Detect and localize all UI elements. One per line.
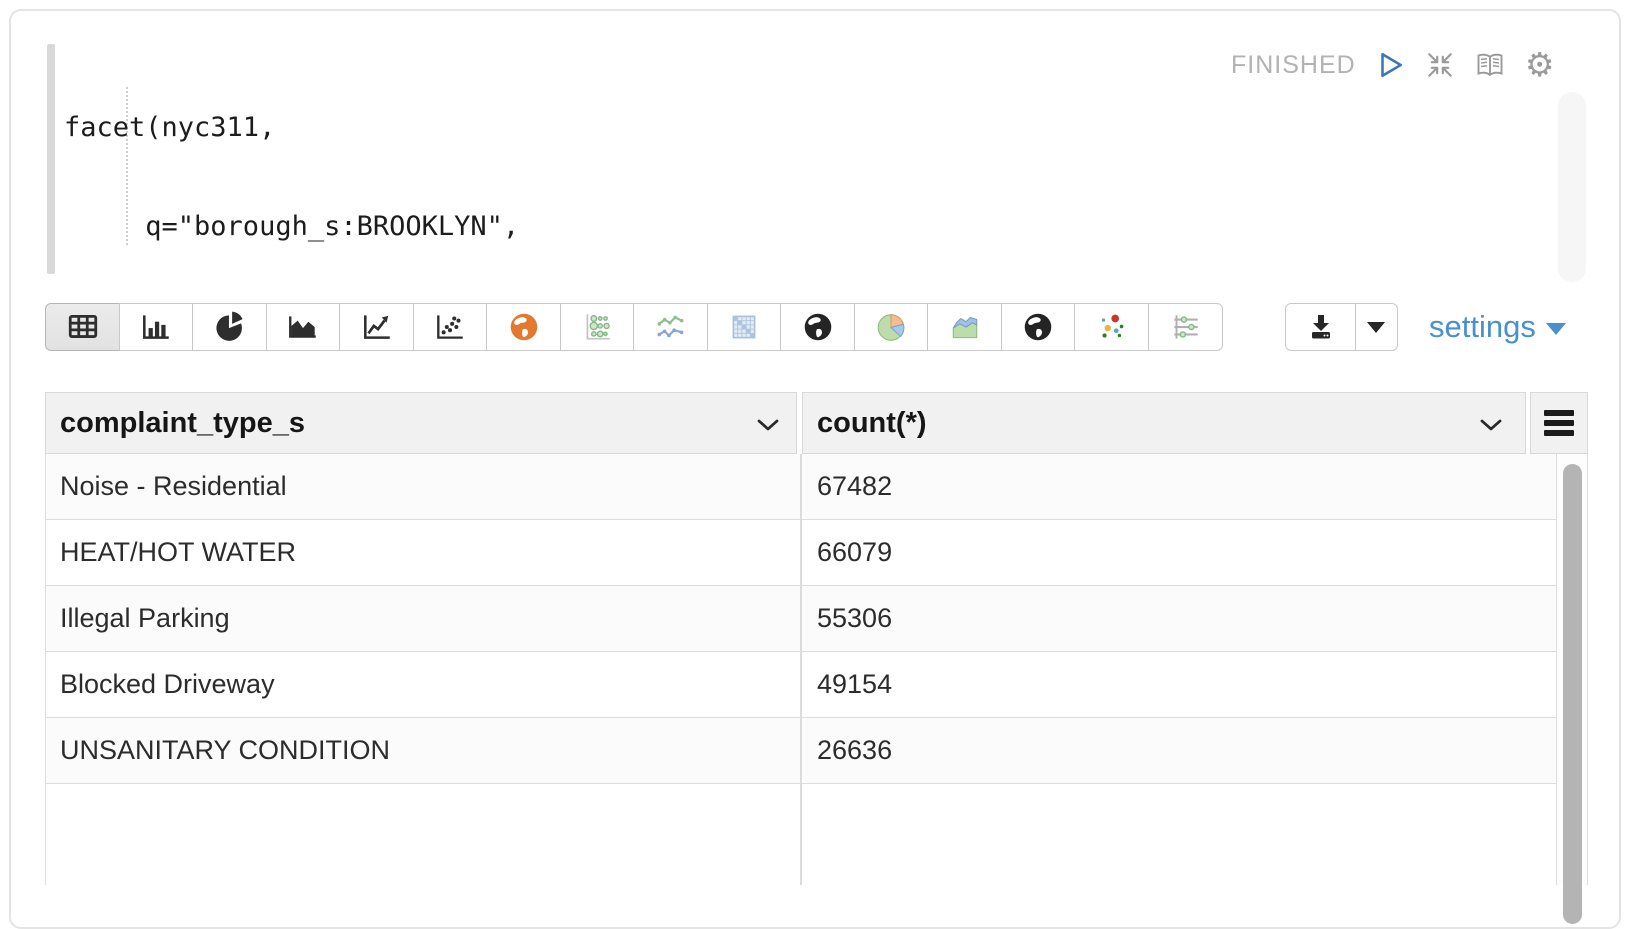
bubble-matrix-icon xyxy=(580,310,614,344)
bar-chart-icon xyxy=(139,310,173,344)
collapse-icon xyxy=(1425,50,1455,80)
chart-type-table-button[interactable] xyxy=(45,303,120,351)
code-line: facet(nyc311, xyxy=(64,111,600,144)
scatter-colored-icon xyxy=(1095,310,1129,344)
chart-type-map-button[interactable] xyxy=(486,303,561,351)
gear-icon: ⚙ xyxy=(1525,49,1555,81)
table-scrollbar-thumb[interactable] xyxy=(1563,464,1582,924)
chart-type-line-button[interactable] xyxy=(339,303,414,351)
gear-button[interactable]: ⚙ xyxy=(1524,49,1556,81)
column-label: count(*) xyxy=(803,407,927,440)
cell-count: 26636 xyxy=(800,735,892,766)
download-icon xyxy=(1305,311,1337,343)
table-menu-button[interactable] xyxy=(1530,392,1588,454)
chart-type-bubble-button[interactable] xyxy=(560,303,635,351)
chart-type-multiline-button[interactable] xyxy=(633,303,708,351)
chart-type-scatter-button[interactable] xyxy=(413,303,488,351)
pie-chart-icon xyxy=(213,310,247,344)
map-globe-orange-icon xyxy=(507,310,541,344)
chevron-down-icon xyxy=(756,418,780,432)
chart-type-bar-button[interactable] xyxy=(119,303,194,351)
column-sort-toggle[interactable] xyxy=(1479,418,1503,432)
chart-type-scatter-colored-button[interactable] xyxy=(1074,303,1149,351)
settings-label: settings xyxy=(1429,309,1536,345)
column-label: complaint_type_s xyxy=(46,407,305,440)
cell-count: 66079 xyxy=(800,537,892,568)
chart-type-globe-2-button[interactable] xyxy=(1001,303,1076,351)
line-chart-icon xyxy=(360,310,394,344)
cell-complaint-type: Illegal Parking xyxy=(46,603,800,634)
cell-complaint-type: Blocked Driveway xyxy=(46,669,800,700)
table-body: Noise - Residential 67482 HEAT/HOT WATER… xyxy=(45,454,1556,885)
cell-count: 49154 xyxy=(800,669,892,700)
table-header: complaint_type_s count(*) xyxy=(45,392,1588,454)
book-button[interactable] xyxy=(1474,49,1506,81)
hamburger-menu-icon xyxy=(1544,410,1574,436)
play-button[interactable] xyxy=(1374,49,1406,81)
parallel-coordinates-icon xyxy=(1168,310,1202,344)
correlation-matrix-icon xyxy=(727,310,761,344)
download-options-button[interactable] xyxy=(1355,303,1398,351)
column-header-count[interactable]: count(*) xyxy=(802,392,1526,454)
globe-2-icon xyxy=(1021,310,1055,344)
chevron-down-icon xyxy=(1479,418,1503,432)
stacked-area-icon xyxy=(948,310,982,344)
book-icon xyxy=(1474,49,1506,81)
chart-type-globe-button[interactable] xyxy=(780,303,855,351)
globe-icon xyxy=(801,310,835,344)
paragraph-status-row: FINISHED ⚙ xyxy=(1231,49,1556,81)
cell-count: 55306 xyxy=(800,603,892,634)
cell-count: 67482 xyxy=(800,471,892,502)
download-button-group xyxy=(1285,303,1398,351)
visualization-toolbar xyxy=(45,303,1223,351)
column-header-complaint-type[interactable]: complaint_type_s xyxy=(45,392,797,454)
settings-toggle[interactable]: settings xyxy=(1429,309,1566,345)
chart-type-parallel-coordinates-button[interactable] xyxy=(1148,303,1223,351)
paragraph-card: facet(nyc311, q="borough_s:BROOKLYN", bu… xyxy=(9,9,1621,929)
area-chart-icon xyxy=(286,310,320,344)
download-button[interactable] xyxy=(1285,303,1356,351)
chart-type-heatmap-button[interactable] xyxy=(707,303,782,351)
chart-type-area-button[interactable] xyxy=(266,303,341,351)
chart-type-pie-button[interactable] xyxy=(192,303,267,351)
cell-complaint-type: HEAT/HOT WATER xyxy=(46,537,800,568)
chart-type-stacked-area-button[interactable] xyxy=(927,303,1002,351)
collapse-button[interactable] xyxy=(1424,49,1456,81)
column-divider xyxy=(800,454,802,885)
chart-type-pie-colored-button[interactable] xyxy=(854,303,929,351)
editor-gutter xyxy=(47,44,55,274)
table-scrollbar-track[interactable] xyxy=(1556,454,1588,885)
pie-chart-colored-icon xyxy=(874,310,908,344)
status-badge: FINISHED xyxy=(1231,51,1356,80)
cell-complaint-type: Noise - Residential xyxy=(46,471,800,502)
code-line: q="borough_s:BROOKLYN", xyxy=(64,210,600,243)
multi-line-chart-icon xyxy=(654,310,688,344)
caret-down-icon xyxy=(1546,323,1566,335)
table-icon xyxy=(66,310,100,344)
play-icon xyxy=(1375,50,1405,80)
cell-complaint-type: UNSANITARY CONDITION xyxy=(46,735,800,766)
editor-scrollbar-track xyxy=(1558,92,1586,282)
caret-down-icon xyxy=(1367,322,1385,333)
column-sort-toggle[interactable] xyxy=(756,418,780,432)
scatter-plot-icon xyxy=(433,310,467,344)
